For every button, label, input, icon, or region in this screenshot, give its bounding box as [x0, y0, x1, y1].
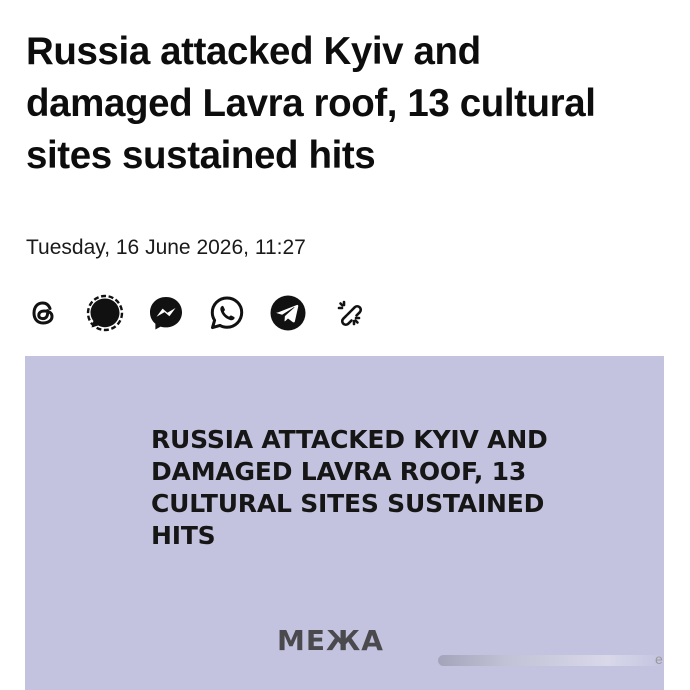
whatsapp-icon	[210, 296, 244, 330]
headline-line: damaged Lavra roof, 13 cultural	[26, 82, 596, 125]
hero-title: RUSSIA ATTACKED KYIV AND DAMAGED LAVRA R…	[151, 424, 571, 552]
share-signal-button[interactable]	[85, 293, 125, 333]
hero-title-line: HITS	[151, 521, 216, 550]
share-bar	[24, 293, 390, 333]
threads-icon	[32, 301, 54, 325]
share-messenger-button[interactable]	[146, 293, 186, 333]
headline-line: Russia attacked Kyiv and	[26, 30, 481, 73]
scroll-indicator-tail: e	[655, 651, 663, 667]
article-dateline: Tuesday, 16 June 2026, 11:27	[26, 236, 306, 259]
hero-title-line: RUSSIA ATTACKED KYIV AND	[151, 425, 548, 454]
article-headline: Russia attacked Kyiv and damaged Lavra r…	[26, 26, 666, 182]
signal-icon	[86, 294, 124, 332]
messenger-icon	[150, 297, 182, 330]
copy-link-button[interactable]	[329, 293, 369, 333]
hero-title-line: CULTURAL SITES SUSTAINED	[151, 489, 545, 518]
hero-brand-logo: МЕЖА	[277, 624, 384, 657]
share-telegram-button[interactable]	[268, 293, 308, 333]
share-whatsapp-button[interactable]	[207, 293, 247, 333]
share-threads-button[interactable]	[24, 293, 64, 333]
hero-title-line: DAMAGED LAVRA ROOF, 13	[151, 457, 527, 486]
article-hero-image[interactable]: RUSSIA ATTACKED KYIV AND DAMAGED LAVRA R…	[25, 356, 664, 690]
headline-line: sites sustained hits	[26, 134, 376, 177]
link-icon	[337, 300, 363, 327]
telegram-icon	[270, 295, 306, 331]
scroll-indicator	[438, 655, 664, 666]
